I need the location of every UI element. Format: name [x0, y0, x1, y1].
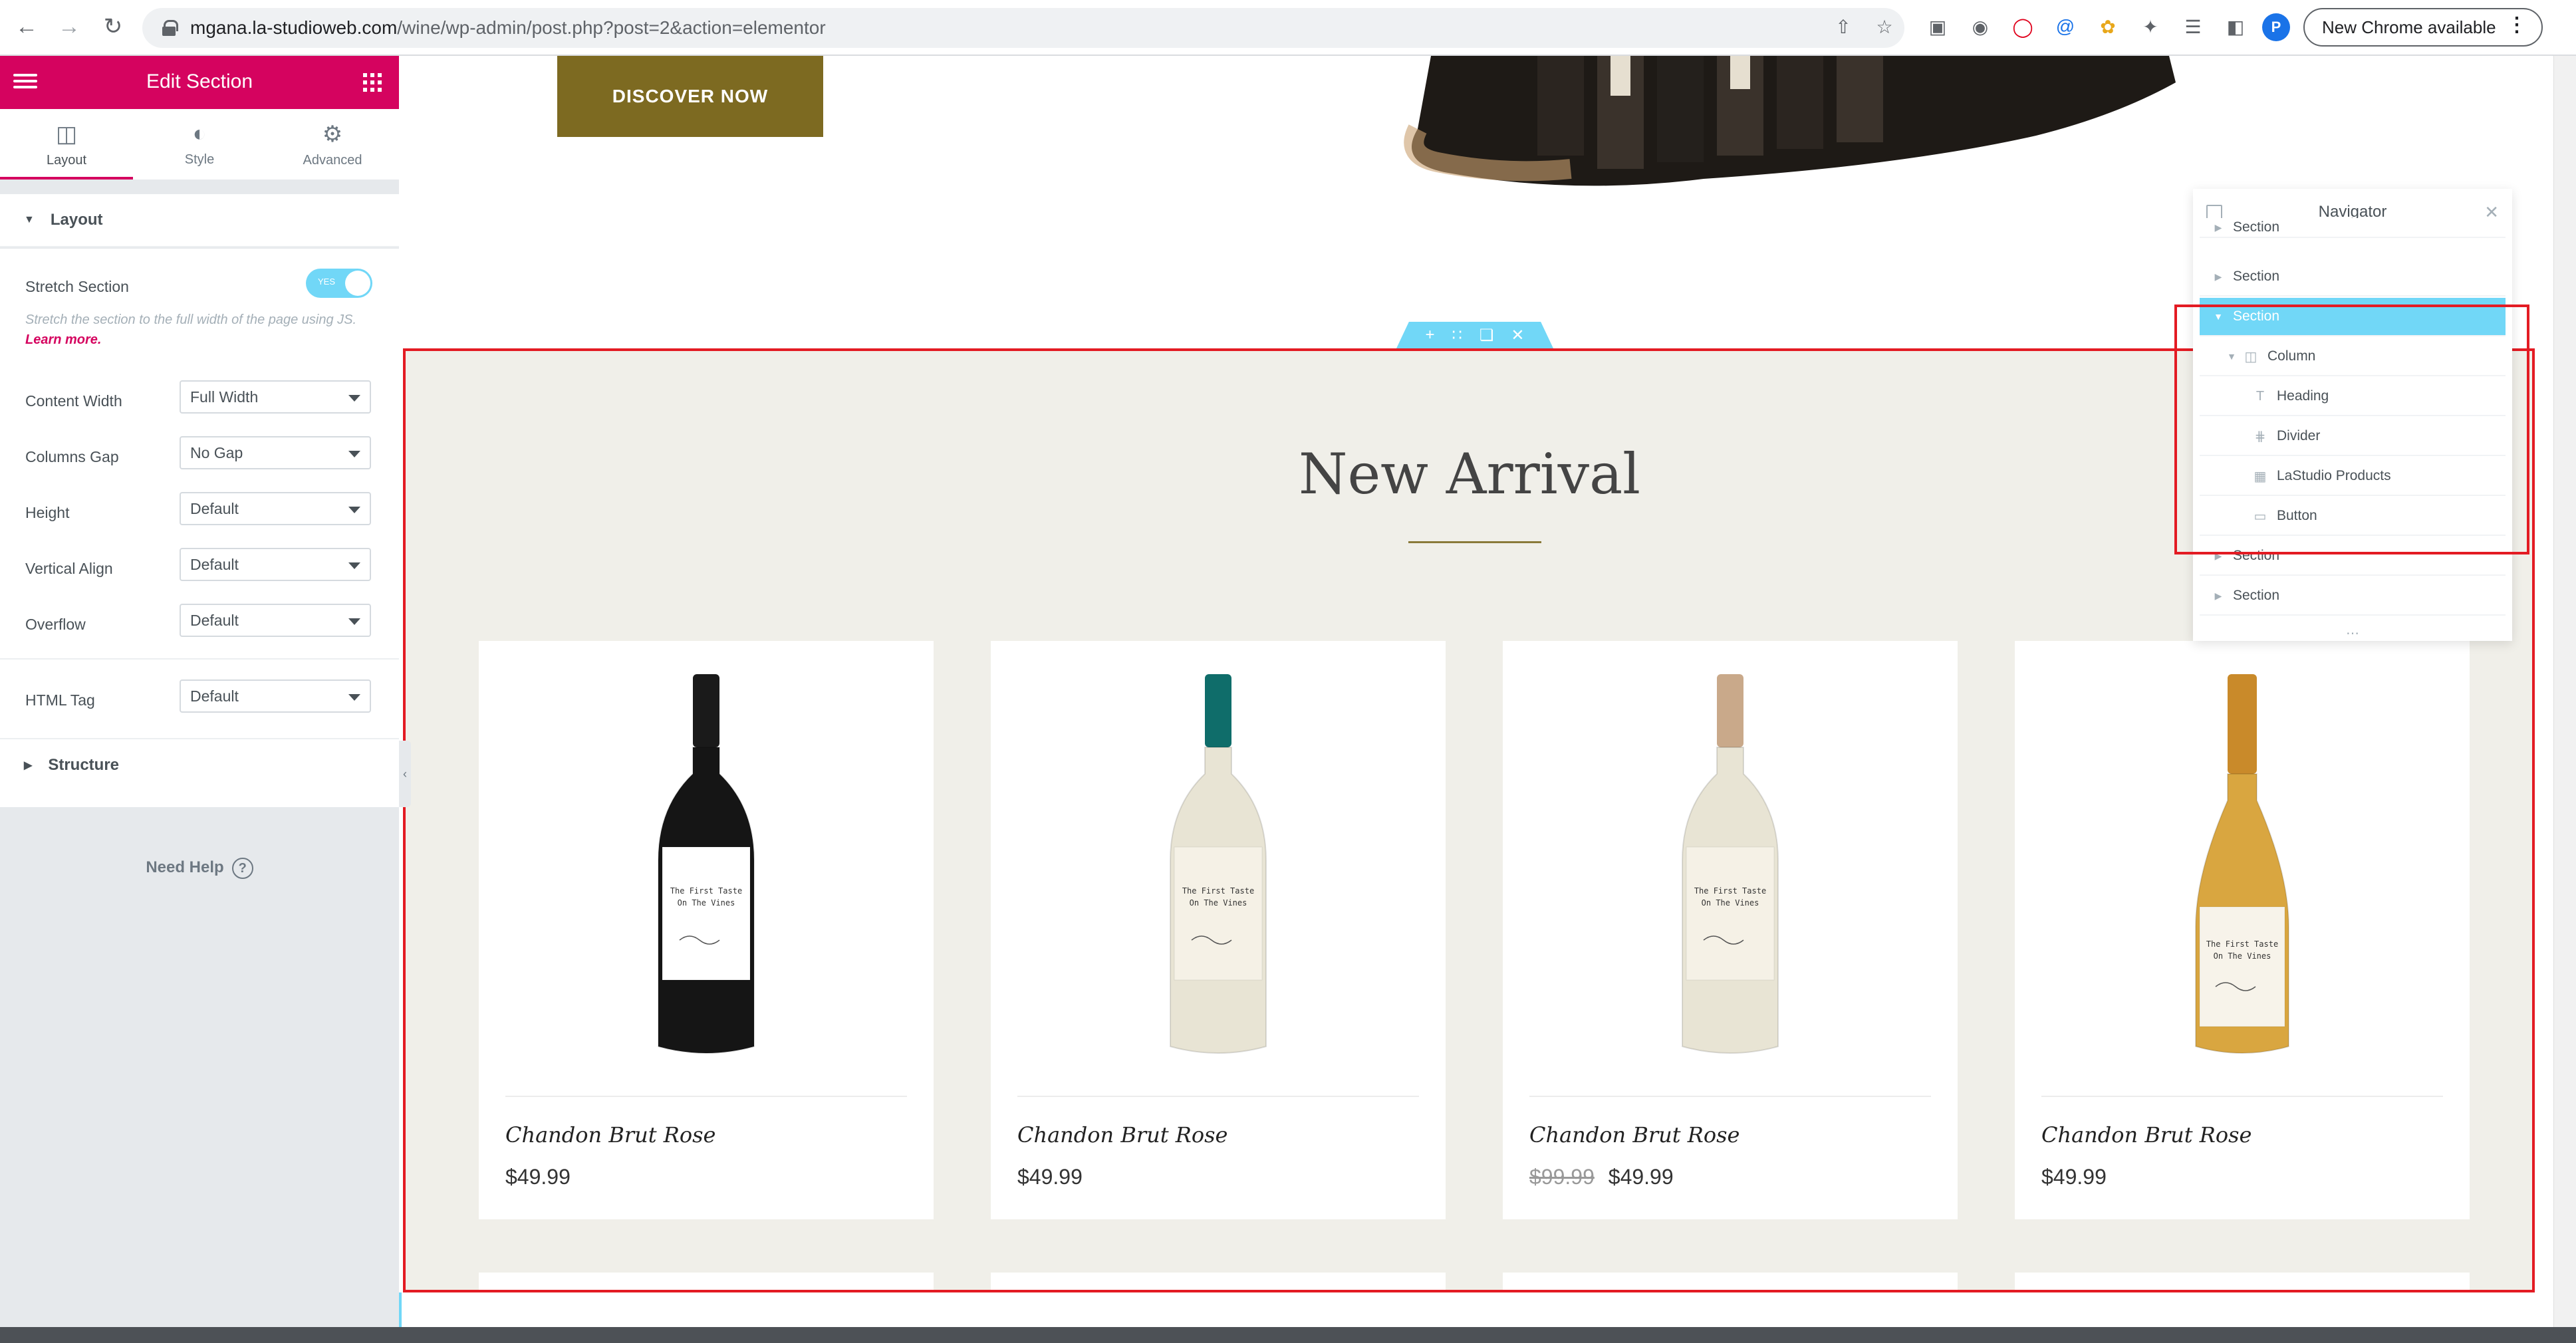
navigator-item-section[interactable]: ▶ Section [2200, 577, 2506, 616]
url-path: /wine/wp-admin/post.php?post=2&action=el… [397, 17, 826, 38]
height-select[interactable]: Default [180, 492, 371, 525]
structure-section-title: Structure [48, 756, 119, 774]
divider-line [0, 658, 399, 660]
wine-bottles-hero-image [1404, 56, 2176, 186]
tab-style-label: Style [184, 152, 215, 167]
panel-title: Edit Section [146, 70, 253, 92]
content-width-select[interactable]: Full Width [180, 380, 371, 414]
browser-toolbar: ← → ↻ mgana.la-studioweb.com/wine/wp-adm… [0, 0, 2576, 56]
drag-handle-icon[interactable]: ∷ [1452, 326, 1462, 345]
profile-avatar[interactable]: P [2262, 13, 2290, 41]
layout-controls: Stretch Section YES Stretch the section … [0, 249, 399, 807]
elementor-panel: Edit Section ◫ Layout ◐ Style ⚙ Advanced… [0, 56, 399, 1343]
navigator-item-section[interactable]: ▶ Section [2200, 258, 2506, 297]
tab-layout[interactable]: ◫ Layout [0, 109, 133, 180]
collapse-panel-icon[interactable]: ‹ [399, 741, 411, 807]
layout-section-title: Layout [50, 211, 103, 229]
learn-more-link[interactable]: Learn more. [25, 332, 101, 347]
overflow-label: Overflow [25, 616, 86, 633]
back-arrow-icon[interactable]: ← [9, 9, 44, 44]
address-bar[interactable]: mgana.la-studioweb.com/wine/wp-admin/pos… [142, 8, 1904, 48]
new-chrome-label: New Chrome available [2322, 17, 2496, 37]
tab-advanced-label: Advanced [303, 152, 362, 168]
at-extension-icon[interactable]: @ [2052, 13, 2079, 40]
screenshot-icon[interactable]: ▣ [1924, 13, 1951, 40]
bottom-strip [0, 1327, 2576, 1343]
share-icon[interactable]: ⇧ [1830, 13, 1857, 40]
structure-section-toggle[interactable]: ▶ Structure [0, 738, 399, 791]
flower-extension-icon[interactable]: ✿ [2095, 13, 2121, 40]
widgets-grid-icon[interactable] [363, 73, 382, 92]
caret-down-icon: ▼ [24, 214, 35, 225]
bookmark-star-icon[interactable]: ☆ [1871, 13, 1898, 40]
columns-gap-select[interactable]: No Gap [180, 436, 371, 469]
media-queue-icon[interactable]: ☰ [2180, 13, 2206, 40]
toggle-yes-text: YES [318, 277, 336, 287]
layout-icon: ◫ [55, 121, 78, 147]
duplicate-icon[interactable]: ❏ [1480, 326, 1494, 345]
gear-icon: ⚙ [322, 121, 343, 147]
caret-right-icon[interactable]: ▶ [2209, 222, 2228, 233]
caret-right-icon[interactable]: ▶ [2209, 271, 2228, 283]
caret-right-icon[interactable]: ▶ [2209, 590, 2228, 602]
delete-icon[interactable]: ✕ [1511, 326, 1524, 345]
puzzle-extensions-icon[interactable]: ✦ [2137, 13, 2164, 40]
help-question-icon: ? [231, 858, 253, 879]
need-help-link[interactable]: Need Help? [0, 858, 399, 879]
columns-gap-label: Columns Gap [25, 448, 119, 465]
panel-tabs: ◫ Layout ◐ Style ⚙ Advanced [0, 109, 399, 181]
vertical-align-label: Vertical Align [25, 560, 113, 577]
style-icon: ◐ [192, 121, 207, 146]
vertical-align-select[interactable]: Default [180, 548, 371, 581]
add-section-icon[interactable]: + [1426, 326, 1435, 344]
layout-section-toggle[interactable]: ▼ Layout [0, 194, 399, 247]
camera-icon[interactable]: ◉ [1967, 13, 1994, 40]
forward-arrow-icon[interactable]: → [52, 9, 86, 44]
html-tag-select[interactable]: Default [180, 679, 371, 713]
stretch-section-toggle[interactable]: YES [306, 269, 372, 298]
kebab-menu-icon[interactable]: ⋮ [2507, 13, 2527, 37]
navigator-item-label: Section [2233, 588, 2280, 603]
new-chrome-available-button[interactable]: New Chrome available ⋮ [2303, 8, 2543, 47]
tab-advanced[interactable]: ⚙ Advanced [266, 109, 399, 180]
stretch-section-label: Stretch Section [25, 278, 129, 295]
overflow-select[interactable]: Default [180, 604, 371, 637]
navigator-item-section[interactable]: ▶ Section [2200, 218, 2506, 238]
caret-right-icon: ▶ [24, 760, 33, 771]
stretch-desc-text: Stretch the section to the full width of… [25, 312, 357, 327]
html-tag-label: HTML Tag [25, 691, 95, 709]
navigator-highlight-box [2174, 305, 2529, 554]
tab-style[interactable]: ◐ Style [133, 109, 266, 180]
stretch-description: Stretch the section to the full width of… [25, 310, 378, 350]
url-host: mgana.la-studioweb.com [190, 17, 398, 38]
lock-icon [162, 20, 178, 36]
panel-header: Edit Section [0, 56, 399, 109]
navigator-item-label: Section [2233, 269, 2280, 284]
discover-now-button[interactable]: DISCOVER NOW [557, 56, 823, 137]
toggle-knob [345, 271, 370, 296]
side-panel-icon[interactable]: ◧ [2222, 13, 2249, 40]
page-scrollbar[interactable] [2553, 56, 2576, 1343]
content-width-label: Content Width [25, 392, 122, 410]
reload-icon[interactable]: ↻ [96, 9, 130, 44]
navigator-resize-dots-icon[interactable]: ⋯ [2193, 625, 2512, 642]
section-handle[interactable]: + ∷ ❏ ✕ [1396, 322, 1553, 348]
collapse-all-icon[interactable] [2206, 205, 2222, 219]
navigator-item-label: Section [2233, 219, 2280, 235]
height-label: Height [25, 504, 70, 521]
need-help-label: Need Help [146, 858, 224, 876]
tab-layout-label: Layout [46, 152, 87, 168]
opera-extension-icon[interactable]: ◯ [2009, 13, 2036, 40]
